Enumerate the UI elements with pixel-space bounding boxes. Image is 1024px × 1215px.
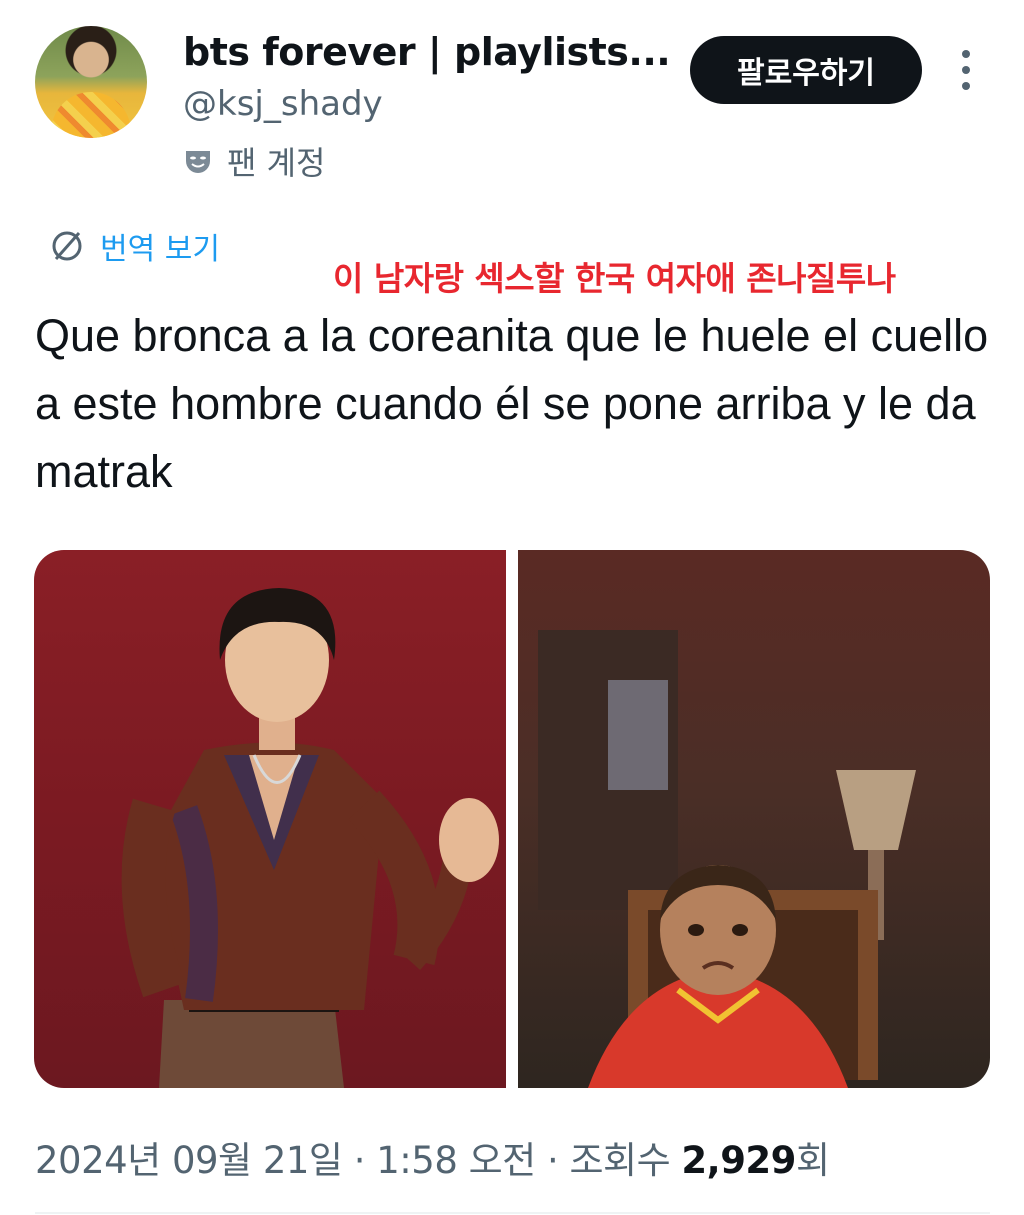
tweet-text: Que bronca a la coreanita que le huele e… [35,310,989,497]
media-grid [34,550,990,1088]
tweet-meta: 2024년 09월 21일 · 1:58 오전 · 조회수 2,929회 [35,1130,830,1184]
avatar-shirt [51,92,131,138]
man-waving-photo[interactable] [34,550,506,1088]
views-suffix: 회 [795,1139,830,1182]
tweet-date: 2024년 09월 21일 [35,1139,343,1182]
translate-label[interactable]: 번역 보기 [100,224,220,268]
translate-icon [52,231,82,261]
author-handle[interactable]: @ksj_shady [183,84,383,124]
translate-link[interactable]: 번역 보기 [48,224,220,268]
author-avatar[interactable] [35,26,147,138]
views-label: 조회수 [569,1139,671,1182]
divider [35,1212,990,1214]
meta-separator: · [353,1139,366,1182]
crying-child-illustration [538,630,916,1088]
tweet-time: 1:58 오전 [376,1139,536,1182]
author-display-name[interactable]: bts forever | playlists... [183,30,671,74]
follow-button[interactable]: 팔로우하기 [690,36,922,104]
account-type-row: 팬 계정 [183,138,326,184]
crying-child-photo[interactable] [518,550,990,1088]
man-waving-illustration [121,588,499,1088]
theater-masks-icon [186,151,210,173]
meta-separator: · [546,1139,559,1182]
account-type-label: 팬 계정 [227,144,326,182]
overlay-caption: 이 남자랑 섹스할 한국 여자애 존나질투나 [333,259,896,298]
views-count[interactable]: 2,929 [681,1139,796,1182]
more-vertical-icon[interactable] [954,50,978,90]
